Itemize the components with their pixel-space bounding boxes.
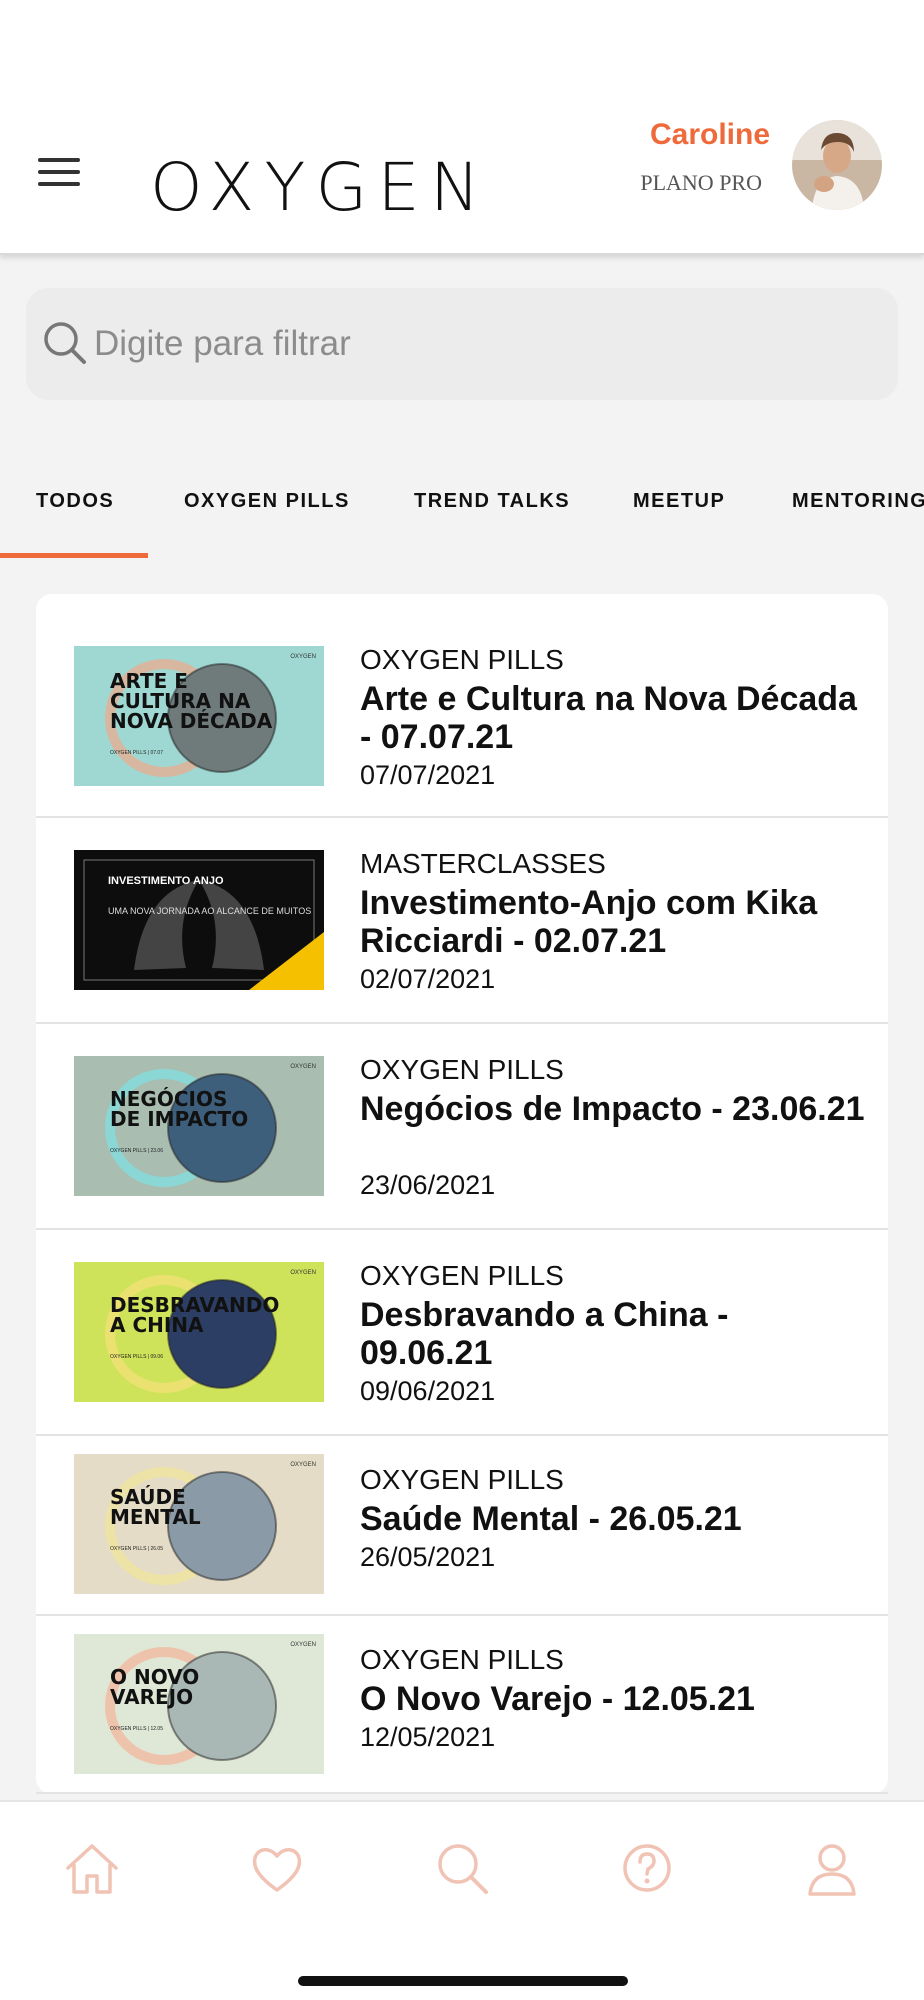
list-item[interactable]: OXYGEN O NOVO VAREJO OXYGEN PILLS | 12.05 O… (36, 1616, 888, 1794)
item-category: OXYGEN PILLS (360, 1054, 564, 1085)
svg-text:NOVA DÉCADA: NOVA DÉCADA (110, 709, 273, 733)
item-title: Saúde Mental - 26.05.21 (360, 1500, 742, 1538)
oxygen-logo: OXYGEN (150, 150, 490, 220)
svg-text:UMA NOVA JORNADA AO ALCANCE DE: UMA NOVA JORNADA AO ALCANCE DE MUITOS (108, 906, 311, 916)
svg-text:DE IMPACTO: DE IMPACTO (110, 1107, 248, 1131)
svg-text:OXYGEN: OXYGEN (290, 654, 316, 660)
svg-text:A CHINA: A CHINA (110, 1313, 204, 1337)
thumbnail-image: OXYGENO NOVOVAREJOOXYGEN PILLS | 12.05 (74, 1634, 324, 1774)
svg-text:VAREJO: VAREJO (110, 1685, 193, 1709)
item-title: Investimento-Anjo com Kika Ricciardi - 0… (360, 884, 818, 960)
item-category: OXYGEN PILLS (360, 1464, 564, 1495)
list-item[interactable]: OXYGEN SAÚDE MENTAL OXYGEN PILLS | 26.05 OX… (36, 1436, 888, 1616)
app-header: OXYGEN Caroline PLANO PRO (0, 0, 924, 255)
item-date: 23/06/2021 (360, 1170, 496, 1200)
user-plan: PLANO PRO (640, 170, 762, 195)
home-icon[interactable] (62, 1838, 122, 1898)
list-item[interactable]: INVESTIMENTO ANJO UMA NOVA JORNADA AO ALC… (36, 818, 888, 1024)
item-title: O Novo Varejo - 12.05.21 (360, 1680, 755, 1718)
avatar[interactable] (792, 120, 882, 210)
list-item[interactable]: OXYGEN NEGÓCIOS DE IMPACTO OXYGEN PILLS | 2… (36, 1024, 888, 1230)
tab-trend-talks[interactable]: TREND TALKS (414, 490, 570, 513)
item-date: 12/05/2021 (360, 1722, 496, 1752)
item-category: OXYGEN PILLS (360, 1260, 564, 1291)
user-name[interactable]: Caroline (530, 118, 770, 152)
svg-text:OXYGEN: OXYGEN (150, 150, 490, 220)
home-indicator (298, 1976, 628, 1986)
heart-icon[interactable] (247, 1838, 307, 1898)
svg-text:OXYGEN: OXYGEN (290, 1064, 316, 1070)
item-date: 26/05/2021 (360, 1542, 496, 1572)
svg-text:OXYGEN PILLS | 26.05: OXYGEN PILLS | 26.05 (110, 1546, 163, 1552)
svg-text:OXYGEN: OXYGEN (290, 1270, 316, 1276)
thumbnail-image: OXYGENNEGÓCIOSDE IMPACTOOXYGEN PILLS | 2… (74, 1056, 324, 1196)
list-item[interactable]: OXYGEN DESBRAVANDO A CHINA OXYGEN PILLS | 0… (36, 1230, 888, 1436)
thumbnail-image: INVESTIMENTO ANJO UMA NOVA JORNADA AO ALC… (74, 850, 324, 990)
svg-text:OXYGEN PILLS | 23.06: OXYGEN PILLS | 23.06 (110, 1148, 163, 1154)
item-date: 09/06/2021 (360, 1376, 496, 1406)
tab-oxygen-pills[interactable]: OXYGEN PILLS (184, 490, 350, 513)
profile-icon[interactable] (802, 1838, 862, 1898)
thumbnail-image: OXYGENSAÚDEMENTALOXYGEN PILLS | 26.05 (74, 1454, 324, 1594)
svg-text:OXYGEN PILLS | 12.05: OXYGEN PILLS | 12.05 (110, 1726, 163, 1732)
svg-text:OXYGEN: OXYGEN (290, 1642, 316, 1648)
item-date: 02/07/2021 (360, 964, 496, 994)
item-title: Negócios de Impacto - 23.06.21 (360, 1090, 865, 1128)
bottom-navigation (0, 1800, 924, 2000)
content-list: OXYGEN ARTE E CULTURA NA NOVA DÉCADA OXYGEN … (36, 594, 888, 1794)
item-date: 07/07/2021 (360, 760, 496, 790)
thumbnail-image: OXYGENDESBRAVANDOA CHINAOXYGEN PILLS | 0… (74, 1262, 324, 1402)
svg-text:OXYGEN: OXYGEN (290, 1462, 316, 1468)
tab-meetup[interactable]: MEETUP (633, 490, 725, 513)
search-icon (44, 322, 86, 364)
list-item[interactable]: OXYGEN ARTE E CULTURA NA NOVA DÉCADA OXYGEN … (36, 594, 888, 818)
svg-text:MENTAL: MENTAL (110, 1505, 201, 1529)
tab-todos[interactable]: TODOS (36, 490, 114, 513)
svg-text:OXYGEN PILLS | 09.06: OXYGEN PILLS | 09.06 (110, 1354, 163, 1360)
item-title: Arte e Cultura na Nova Década - 07.07.21 (360, 680, 857, 756)
svg-text:OXYGEN PILLS | 07.07: OXYGEN PILLS | 07.07 (110, 750, 163, 756)
search-input[interactable] (94, 310, 874, 378)
category-tabs: TODOS OXYGEN PILLS TREND TALKS MEETUP ME… (0, 470, 924, 560)
svg-text:INVESTIMENTO ANJO: INVESTIMENTO ANJO (108, 875, 224, 887)
thumbnail-image: OXYGENARTE ECULTURA NANOVA DÉCADAOXYGEN … (74, 646, 324, 786)
item-category: OXYGEN PILLS (360, 644, 564, 675)
search-icon[interactable] (432, 1838, 492, 1898)
hamburger-menu-icon[interactable] (38, 158, 86, 194)
item-category: MASTERCLASSES (360, 848, 606, 879)
item-category: OXYGEN PILLS (360, 1644, 564, 1675)
search-bar[interactable] (26, 288, 898, 400)
item-title: Desbravando a China - 09.06.21 (360, 1296, 729, 1372)
help-icon[interactable] (617, 1838, 677, 1898)
active-tab-indicator (0, 553, 148, 558)
tab-mentoring[interactable]: MENTORING (792, 490, 924, 513)
